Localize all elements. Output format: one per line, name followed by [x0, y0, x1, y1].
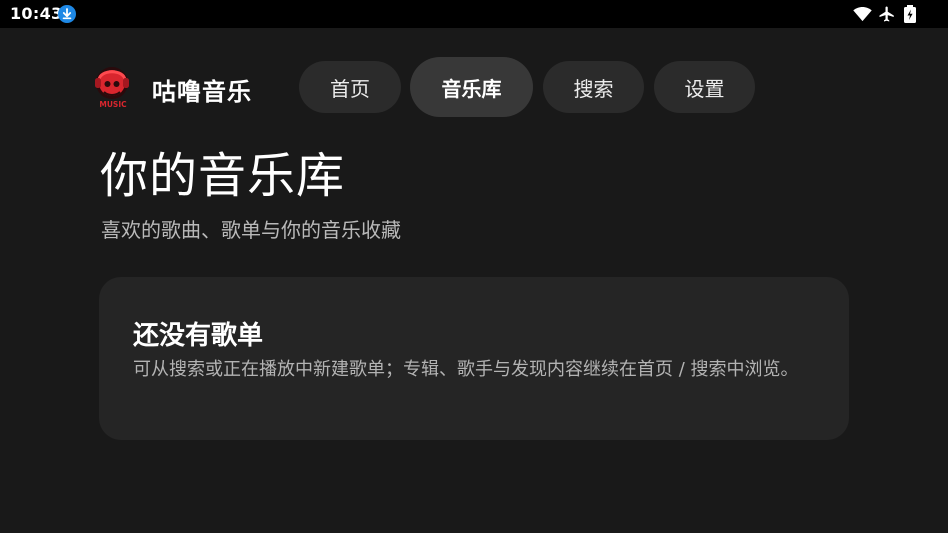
tab-library[interactable]: 音乐库: [410, 57, 533, 117]
empty-card-title: 还没有歌单: [133, 321, 264, 351]
app-title: 咕噜音乐: [152, 78, 252, 106]
app-logo: MUSIC: [95, 67, 129, 109]
empty-card-description: 可从搜索或正在播放中新建歌单；专辑、歌手与发现内容继续在首页 / 搜索中浏览。: [133, 359, 799, 380]
status-bar: 10:43: [0, 0, 948, 28]
page-title: 你的音乐库: [100, 148, 346, 204]
empty-playlist-card: 还没有歌单 可从搜索或正在播放中新建歌单；专辑、歌手与发现内容继续在首页 / 搜…: [99, 277, 849, 440]
battery-charging-icon: [904, 5, 916, 23]
page-subtitle: 喜欢的歌曲、歌单与你的音乐收藏: [101, 218, 401, 242]
wifi-icon: [853, 6, 872, 22]
airplane-mode-icon: [879, 6, 894, 22]
logo-text: MUSIC: [99, 100, 127, 109]
tab-search[interactable]: 搜索: [543, 61, 644, 113]
status-time: 10:43: [10, 4, 63, 23]
tab-home[interactable]: 首页: [299, 61, 401, 113]
download-icon: [58, 5, 76, 23]
tab-settings[interactable]: 设置: [654, 61, 755, 113]
